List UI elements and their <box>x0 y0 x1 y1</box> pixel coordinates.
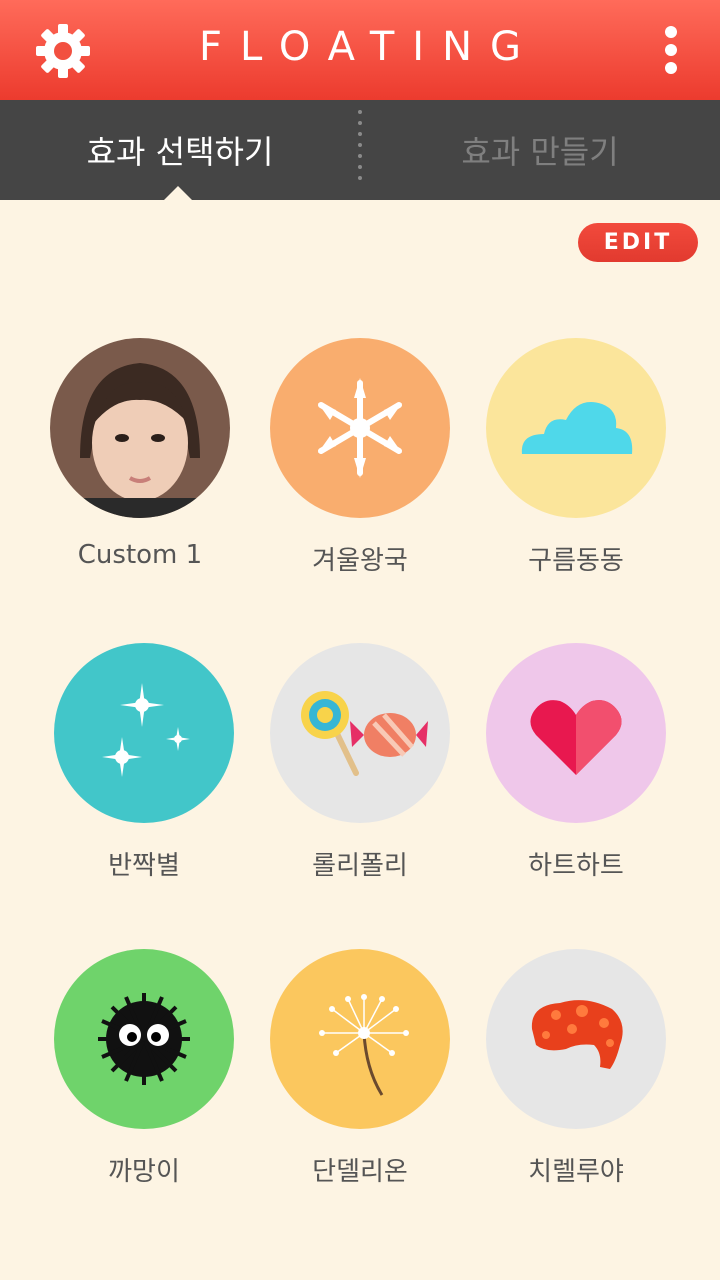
effect-circle <box>270 338 450 518</box>
effect-item-cloud[interactable]: 구름동동 <box>466 338 686 577</box>
effect-label: 반짝별 <box>108 851 180 881</box>
tab-create-effect[interactable]: 효과 만들기 <box>360 100 720 200</box>
tab-bar: 효과 선택하기 효과 만들기 <box>0 100 720 200</box>
edit-button[interactable]: EDIT <box>578 223 698 262</box>
effect-item-soot[interactable]: 까망이 <box>34 949 254 1188</box>
effect-label: 구름동동 <box>528 546 624 576</box>
effect-circle <box>270 643 450 823</box>
effect-circle <box>54 643 234 823</box>
effect-label: Custom 1 <box>77 540 203 570</box>
effect-label: 까망이 <box>108 1157 180 1187</box>
effect-circle <box>486 643 666 823</box>
effect-item-chicken[interactable]: 치렐루야 <box>466 949 686 1188</box>
effect-label: 하트하트 <box>528 851 624 881</box>
effect-label: 롤리폴리 <box>312 851 408 881</box>
effect-circle <box>486 338 666 518</box>
effect-item-custom1[interactable]: Custom 1 <box>30 338 250 570</box>
soot-sprite-icon <box>98 993 190 1085</box>
app-bar: FLOATING <box>0 0 720 100</box>
snowflake-icon <box>318 378 402 478</box>
effect-item-frozen[interactable]: 겨울왕국 <box>250 338 470 577</box>
heart-icon <box>530 700 622 775</box>
effect-circle <box>54 949 234 1129</box>
effect-circle <box>270 949 450 1129</box>
more-options-icon[interactable] <box>662 26 680 74</box>
effect-label: 겨울왕국 <box>312 546 408 576</box>
effect-item-heart[interactable]: 하트하트 <box>466 643 686 882</box>
candy-icon <box>301 691 428 776</box>
active-tab-pointer <box>164 186 192 200</box>
effect-item-dandelion[interactable]: 단델리온 <box>250 949 470 1188</box>
sparkle-icon <box>102 683 190 777</box>
dandelion-icon <box>319 994 409 1096</box>
effect-label: 치렐루야 <box>528 1157 624 1187</box>
avatar <box>50 338 230 518</box>
effect-item-lollipop[interactable]: 롤리폴리 <box>250 643 470 882</box>
fried-chicken-icon <box>531 1000 623 1069</box>
effect-label: 단델리온 <box>312 1157 408 1187</box>
cloud-icon <box>521 402 633 454</box>
tab-select-effect[interactable]: 효과 선택하기 <box>0 100 360 200</box>
effect-circle <box>486 949 666 1129</box>
app-title: FLOATING <box>198 24 540 70</box>
effect-item-sparkle[interactable]: 반짝별 <box>34 643 254 882</box>
